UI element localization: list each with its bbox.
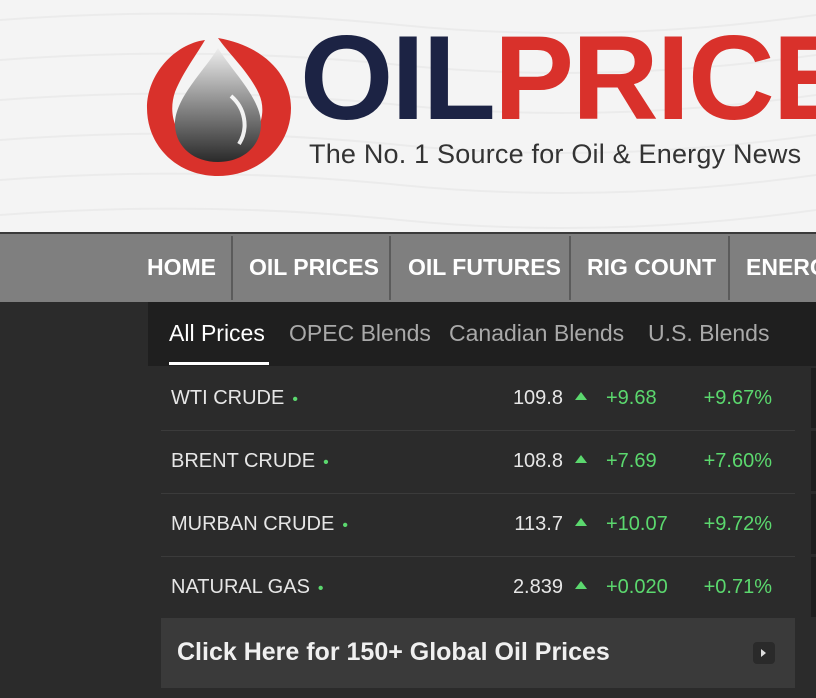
brand-wordmark[interactable]: OILPRICE — [300, 18, 816, 138]
row-name: MURBAN CRUDE • — [171, 513, 348, 535]
row-price: 108.8 — [512, 450, 563, 472]
left-sidebar — [0, 302, 148, 698]
price-row-wti[interactable]: WTI CRUDE • 109.8 +9.68 +9.67% — [161, 367, 795, 431]
status-dot-icon: • — [323, 454, 329, 471]
status-dot-icon: • — [292, 391, 298, 408]
cta-label: Click Here for 150+ Global Oil Prices — [177, 638, 610, 666]
arrow-up-icon — [575, 518, 587, 526]
tab-canadian-blends[interactable]: Canadian Blends — [449, 320, 624, 347]
row-price: 2.839 — [512, 576, 563, 598]
scroll-edge — [811, 494, 816, 554]
price-row-brent[interactable]: BRENT CRUDE • 108.8 +7.69 +7.60% — [161, 430, 795, 494]
scroll-edge — [811, 368, 816, 428]
main-nav: HOME OIL PRICES OIL FUTURES RIG COUNT EN… — [0, 232, 816, 302]
row-percent: +9.67% — [703, 387, 772, 409]
scroll-edge — [811, 431, 816, 491]
tab-all-prices[interactable]: All Prices — [169, 320, 265, 347]
scroll-edge — [811, 557, 816, 617]
global-prices-cta[interactable]: Click Here for 150+ Global Oil Prices — [161, 618, 795, 688]
active-tab-indicator — [169, 362, 269, 365]
price-row-murban[interactable]: MURBAN CRUDE • 113.7 +10.07 +9.72% — [161, 493, 795, 557]
nav-divider — [728, 236, 730, 300]
brand-oil-text: OIL — [300, 11, 496, 145]
row-change: +10.07 — [606, 513, 668, 535]
price-row-natural-gas[interactable]: NATURAL GAS • 2.839 +0.020 +0.71% — [161, 556, 795, 620]
brand-price-text: PRICE — [493, 11, 816, 145]
nav-divider — [569, 236, 571, 300]
row-name: BRENT CRUDE • — [171, 450, 329, 472]
nav-home[interactable]: HOME — [147, 234, 216, 300]
row-change: +7.69 — [606, 450, 657, 472]
row-price: 113.7 — [514, 513, 563, 535]
nav-oil-futures[interactable]: OIL FUTURES — [408, 234, 561, 300]
tab-opec-blends[interactable]: OPEC Blends — [289, 320, 431, 347]
arrow-up-icon — [575, 581, 587, 589]
row-percent: +9.72% — [703, 513, 772, 535]
row-change: +9.68 — [606, 387, 657, 409]
status-dot-icon: • — [317, 580, 324, 597]
site-header: OILPRICE The No. 1 Source for Oil & Ener… — [0, 0, 816, 232]
price-tabs: All Prices OPEC Blends Canadian Blends U… — [148, 302, 816, 366]
nav-energy[interactable]: ENERGY — [746, 234, 816, 300]
arrow-up-icon — [575, 455, 587, 463]
row-percent: +0.71% — [703, 576, 772, 598]
row-name: NATURAL GAS • — [171, 576, 324, 598]
row-change: +0.020 — [606, 576, 668, 598]
nav-divider — [389, 236, 391, 300]
tagline: The No. 1 Source for Oil & Energy News — [309, 139, 802, 169]
row-percent: +7.60% — [703, 450, 772, 472]
row-name: WTI CRUDE • — [171, 387, 298, 409]
arrow-up-icon — [575, 392, 587, 400]
nav-rig-count[interactable]: RIG COUNT — [587, 234, 716, 300]
nav-divider — [231, 236, 233, 300]
row-price: 109.8 — [512, 387, 563, 409]
nav-oil-prices[interactable]: OIL PRICES — [249, 234, 379, 300]
status-dot-icon: • — [342, 517, 348, 534]
oil-prices-widget: All Prices OPEC Blends Canadian Blends U… — [148, 302, 816, 698]
tab-us-blends[interactable]: U.S. Blends — [648, 320, 769, 347]
play-arrow-icon[interactable] — [753, 642, 775, 664]
logo-oil-drop-icon[interactable] — [145, 36, 291, 178]
